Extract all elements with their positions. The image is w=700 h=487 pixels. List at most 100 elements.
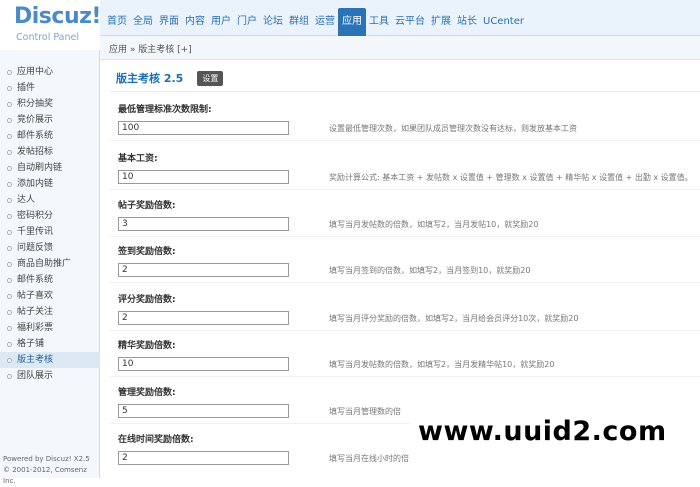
bullet-icon [7,213,12,219]
breadcrumb-bar: 应用 » 版主考核 [+] [100,36,700,60]
sidebar-item-label: 帖子关注 [17,307,54,317]
nav-item[interactable]: 全局 [130,8,156,36]
sidebar-item-label: 应用中心 [17,67,54,77]
setting-input[interactable]: 2 [118,263,289,277]
bullet-icon [7,293,12,299]
nav-item[interactable]: 扩展 [428,8,454,36]
nav-item[interactable]: 门户 [234,8,260,36]
nav-item[interactable]: 群组 [286,8,312,36]
sidebar-menu: 应用中心 插件 积分抽奖 竞价展示 邮件系统 发帖招标 自动刷内链 添加内链 达人 密码积分 千里传… [0,64,100,384]
sidebar-item[interactable]: 千里传讯 [0,224,100,240]
setting-hint: 填写当月发帖数的倍数，如填写2，当月发精华帖10，就奖励20 [329,360,555,369]
row-divider [110,376,700,377]
nav-item[interactable]: 界面 [156,8,182,36]
bullet-icon [7,133,12,139]
sidebar-item[interactable]: 团队展示 [0,368,100,384]
sidebar-item[interactable]: 竞价展示 [0,112,100,128]
sidebar-item-label: 帖子喜欢 [17,291,54,301]
setting-input[interactable]: 2 [118,311,289,325]
setting-hint: 填写当月管理数的倍 [329,407,401,416]
sidebar-item-label: 竞价展示 [17,115,54,125]
sidebar-item[interactable]: 版主考核 [0,352,100,368]
sidebar-item[interactable]: 帖子喜欢 [0,288,100,304]
bullet-icon [7,277,12,283]
sidebar-item[interactable]: 积分抽奖 [0,96,100,112]
nav-item[interactable]: 云平台 [392,8,428,36]
nav-item[interactable]: UCenter [480,8,527,36]
sidebar-item-label: 自动刷内链 [17,163,63,173]
logo-subtitle: Control Panel [16,32,79,43]
top-nav: 首页 全局 界面 内容 用户 门户 论坛 群组 运营 应用 工具 云平台 扩展 站长 UCenter [104,8,527,36]
bullet-icon [7,165,12,171]
setting-input[interactable]: 5 [118,404,289,418]
sidebar-item-label: 插件 [17,83,36,93]
sidebar-item[interactable]: 邮件系统 [0,272,100,288]
bullet-icon [7,245,12,251]
divider [110,91,700,92]
setting-label: 最低管理标准次数限制: [118,105,212,115]
nav-item[interactable]: 工具 [366,8,392,36]
sidebar-item-label: 发帖招标 [17,147,54,157]
bullet-icon [7,341,12,347]
sidebar-item-label: 邮件系统 [17,131,54,141]
setting-hint: 奖励计算公式: 基本工资 + 发帖数 x 设置值 + 管理数 x 设置值 + 精… [329,173,693,182]
sidebar-item[interactable]: 达人 [0,192,100,208]
row-divider [110,189,700,190]
bullet-icon [7,117,12,123]
sidebar-item[interactable]: 插件 [0,80,100,96]
sidebar-item-label: 问题反馈 [17,243,54,253]
sidebar-item[interactable]: 邮件系统 [0,128,100,144]
setting-label: 在线时间奖励倍数: [118,435,194,445]
setting-input[interactable]: 100 [118,121,289,135]
bullet-icon [7,357,12,363]
sidebar-item-label: 千里传讯 [17,227,54,237]
top-header: 首页 全局 界面 内容 用户 门户 论坛 群组 运营 应用 工具 云平台 扩展 站长 UCenter [0,0,700,36]
bullet-icon [7,261,12,267]
sidebar-item[interactable]: 福利彩票 [0,320,100,336]
nav-item[interactable]: 站长 [454,8,480,36]
bullet-icon [7,229,12,235]
sidebar-item-label: 商品自助推广 [17,259,72,269]
setting-label: 评分奖励倍数: [118,295,176,305]
setting-label: 管理奖励倍数: [118,388,176,398]
sidebar-item[interactable]: 发帖招标 [0,144,100,160]
sidebar-item-label: 团队展示 [17,371,54,381]
setting-input[interactable]: 2 [118,451,289,465]
setting-label: 帖子奖励倍数: [118,201,176,211]
sidebar-item-label: 格子铺 [17,339,45,349]
nav-item[interactable]: 内容 [182,8,208,36]
sidebar-item-label: 达人 [17,195,36,205]
sidebar-item-label: 密码积分 [17,211,54,221]
nav-item[interactable]: 首页 [104,8,130,36]
setting-label: 精华奖励倍数: [118,341,176,351]
nav-item[interactable]: 用户 [208,8,234,36]
sidebar-item[interactable]: 问题反馈 [0,240,100,256]
bullet-icon [7,373,12,379]
breadcrumb[interactable]: 应用 » 版主考核 [+] [109,42,192,55]
setting-input[interactable]: 10 [118,357,289,371]
sidebar-item[interactable]: 帖子关注 [0,304,100,320]
bullet-icon [7,197,12,203]
nav-item[interactable]: 应用 [338,8,366,36]
setting-input[interactable]: 3 [118,217,289,231]
bullet-icon [7,325,12,331]
page-title: 版主考核 2.5 [116,72,184,85]
watermark: www.uuid2.com [418,416,667,447]
logo[interactable]: Discuz! Control Panel [0,0,101,50]
logo-brand: Discuz! [14,4,101,29]
sidebar-item[interactable]: 密码积分 [0,208,100,224]
sidebar-item[interactable]: 应用中心 [0,64,100,80]
settings-button[interactable]: 设置 [197,70,224,86]
page-title-row: 版主考核 2.5 设置 [116,70,224,86]
sidebar-item[interactable]: 格子铺 [0,336,100,352]
nav-item[interactable]: 运营 [312,8,338,36]
sidebar-item[interactable]: 添加内链 [0,176,100,192]
sidebar-item[interactable]: 自动刷内链 [0,160,100,176]
setting-hint: 填写当月签到的倍数，如填写2，当月签到10，就奖励20 [329,266,531,275]
sidebar-item[interactable]: 商品自助推广 [0,256,100,272]
copyright: © 2001-2012, Comsenz Inc. [3,466,87,485]
bullet-icon [7,69,12,75]
sidebar-item-label: 福利彩票 [17,323,54,333]
nav-item[interactable]: 论坛 [260,8,286,36]
setting-input[interactable]: 10 [118,170,289,184]
